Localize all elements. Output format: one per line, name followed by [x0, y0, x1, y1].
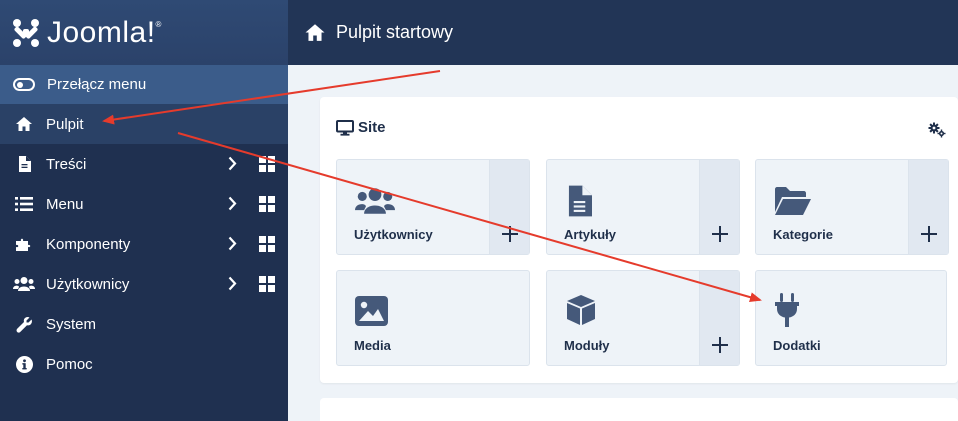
quickicon-media[interactable]: Media [336, 270, 530, 366]
sidebar-item-label: Komponenty [46, 235, 131, 253]
sidebar-item-label: Pomoc [46, 355, 93, 373]
home-icon [305, 24, 325, 41]
users-icon [355, 188, 395, 214]
image-icon [355, 296, 388, 326]
sidebar-item-pomoc[interactable]: Pomoc [0, 344, 288, 384]
plug-icon [775, 293, 799, 327]
dashboard-icon[interactable] [259, 156, 275, 172]
sidebar-item-system[interactable]: System [0, 304, 288, 344]
plus-icon [921, 226, 937, 242]
page-header: Pulpit startowy [288, 0, 958, 65]
quickicon-kategorie[interactable]: Kategorie [755, 159, 949, 255]
chevron-right-icon[interactable] [228, 276, 237, 291]
brand-mark: ® [155, 19, 162, 29]
sidebar-item-label: Użytkownicy [46, 275, 130, 293]
chevron-right-icon[interactable] [228, 236, 237, 251]
add-category-button[interactable] [908, 160, 948, 254]
quickicon-label: Moduły [564, 338, 610, 353]
plus-icon [712, 226, 728, 242]
file-icon [568, 185, 592, 217]
info-icon [13, 354, 35, 374]
sidebar-item-tresci[interactable]: Treści [0, 144, 288, 184]
page-title: Pulpit startowy [336, 22, 454, 42]
dashboard-icon[interactable] [259, 196, 275, 212]
joomla-logo-icon [13, 18, 39, 47]
quickicon-label: Użytkownicy [354, 227, 433, 242]
site-module-title: Site [358, 119, 386, 136]
sidebar-item-label: System [46, 315, 97, 333]
site-module-header: Site [336, 119, 386, 136]
quickicon-artykuly[interactable]: Artykuły [546, 159, 740, 255]
joomla-logo[interactable]: Joomla!® [0, 0, 288, 65]
brand-name-text: Joomla! [47, 15, 156, 49]
sidebar-item-pulpit[interactable]: Pulpit [0, 104, 288, 144]
wrench-icon [13, 314, 35, 334]
quickicon-label: Kategorie [773, 227, 833, 242]
dashboard-icon[interactable] [259, 276, 275, 292]
sidebar-item-uzytkownicy[interactable]: Użytkownicy [0, 264, 288, 304]
sidebar-item-label: Pulpit [46, 115, 84, 133]
quickicon-uzytkownicy[interactable]: Użytkownicy [336, 159, 530, 255]
chevron-right-icon[interactable] [228, 156, 237, 171]
toggle-menu-label: Przełącz menu [47, 76, 147, 93]
sidebar: Joomla!® Przełącz menu Pulpit Treści Men… [0, 0, 288, 421]
dashboard-icon[interactable] [259, 236, 275, 252]
brand-name: Joomla!® [47, 16, 162, 50]
quickicon-label: Dodatki [773, 338, 821, 353]
file-icon [13, 154, 35, 174]
sidebar-item-komponenty[interactable]: Komponenty [0, 224, 288, 264]
sidebar-item-menu[interactable]: Menu [0, 184, 288, 224]
chevron-right-icon[interactable] [228, 196, 237, 211]
quickicon-label: Artykuły [564, 227, 617, 242]
next-module [320, 398, 958, 421]
add-module-button[interactable] [699, 271, 739, 365]
quickicon-dodatki[interactable]: Dodatki [755, 270, 947, 366]
sidebar-item-label: Menu [46, 195, 84, 213]
toggle-icon [13, 78, 35, 91]
plus-icon [502, 226, 518, 242]
desktop-icon [336, 119, 354, 136]
site-module: Site Użytkownicy Artykuły Kategorie Medi… [320, 97, 958, 383]
cube-icon [567, 295, 595, 325]
list-icon [13, 194, 35, 214]
sidebar-item-label: Treści [46, 155, 87, 173]
home-icon [13, 114, 35, 134]
puzzle-icon [13, 234, 35, 254]
gears-icon[interactable] [928, 122, 946, 138]
plus-icon [712, 337, 728, 353]
add-article-button[interactable] [699, 160, 739, 254]
quickicon-moduly[interactable]: Moduły [546, 270, 740, 366]
folder-open-icon [775, 187, 811, 215]
quickicon-label: Media [354, 338, 391, 353]
add-user-button[interactable] [489, 160, 529, 254]
users-icon [13, 274, 35, 294]
toggle-menu-button[interactable]: Przełącz menu [0, 65, 288, 104]
